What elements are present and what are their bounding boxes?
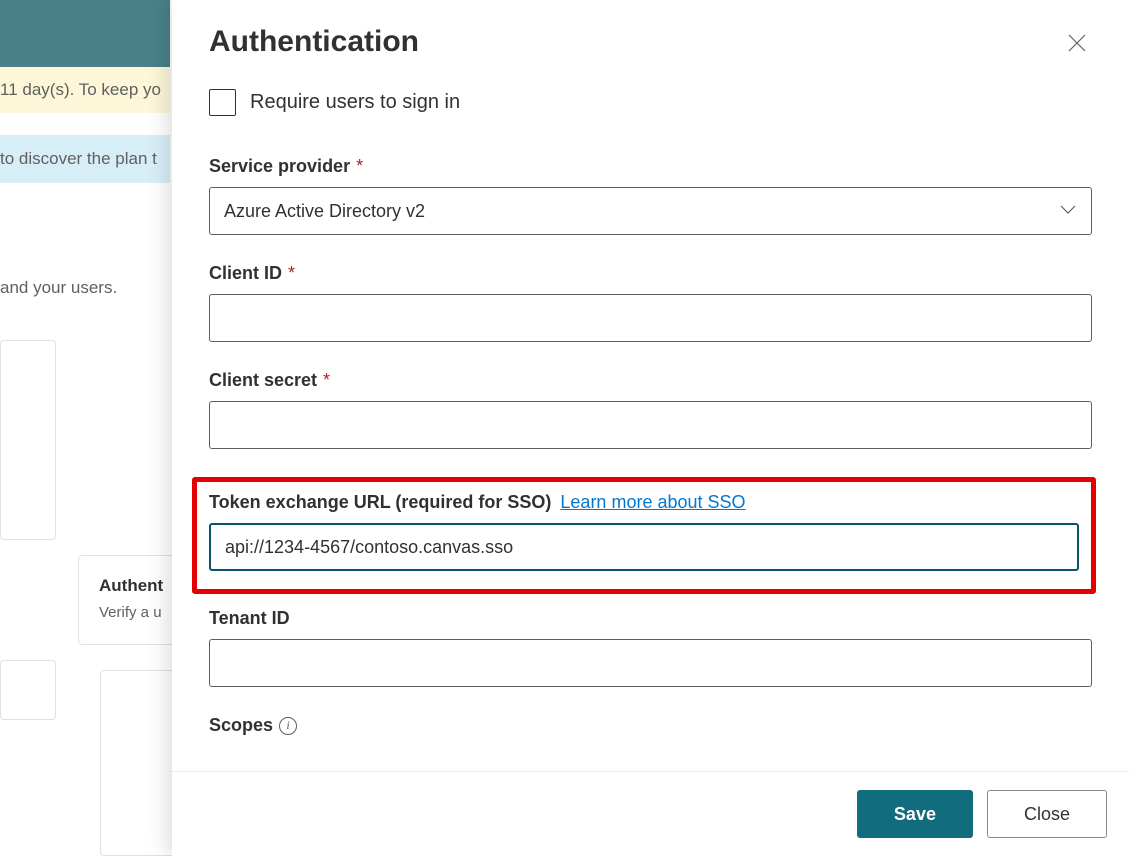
- required-marker: *: [288, 263, 295, 284]
- service-provider-field: Service provider *: [209, 156, 1092, 235]
- client-secret-input[interactable]: [209, 401, 1092, 449]
- authentication-panel: Authentication Require users to sign in …: [172, 0, 1129, 856]
- tenant-id-input[interactable]: [209, 639, 1092, 687]
- service-provider-label: Service provider *: [209, 156, 1092, 177]
- required-marker: *: [356, 156, 363, 177]
- learn-more-sso-link[interactable]: Learn more about SSO: [560, 492, 745, 513]
- require-signin-label: Require users to sign in: [250, 91, 460, 114]
- client-id-label: Client ID *: [209, 263, 1092, 284]
- require-signin-checkbox[interactable]: [209, 89, 236, 116]
- scopes-field: Scopes i: [209, 715, 1092, 736]
- scopes-label: Scopes i: [209, 715, 1092, 736]
- require-signin-row: Require users to sign in: [209, 89, 1092, 116]
- token-exchange-label: Token exchange URL (required for SSO) Le…: [209, 492, 1079, 513]
- client-id-field: Client ID *: [209, 263, 1092, 342]
- close-button[interactable]: [1065, 31, 1089, 55]
- tenant-id-field: Tenant ID: [209, 608, 1092, 687]
- info-icon[interactable]: i: [279, 717, 297, 735]
- tenant-id-label: Tenant ID: [209, 608, 1092, 629]
- required-marker: *: [323, 370, 330, 391]
- panel-title: Authentication: [209, 25, 419, 59]
- bg-card: [0, 340, 56, 540]
- bg-header: [0, 0, 170, 67]
- token-exchange-highlight: Token exchange URL (required for SSO) Le…: [192, 477, 1096, 594]
- close-button-footer[interactable]: Close: [987, 790, 1107, 838]
- bg-body-text: and your users.: [0, 278, 170, 298]
- panel-header: Authentication: [172, 0, 1129, 59]
- panel-footer: Save Close: [172, 771, 1129, 856]
- bg-info-banner: to discover the plan t: [0, 135, 170, 183]
- token-exchange-field: Token exchange URL (required for SSO) Le…: [209, 492, 1079, 571]
- close-icon: [1068, 34, 1086, 52]
- client-id-input[interactable]: [209, 294, 1092, 342]
- bg-card: [0, 660, 56, 720]
- panel-body: Require users to sign in Service provide…: [172, 59, 1129, 771]
- client-secret-label: Client secret *: [209, 370, 1092, 391]
- bg-card: [100, 670, 180, 856]
- client-secret-field: Client secret *: [209, 370, 1092, 449]
- token-exchange-input[interactable]: [209, 523, 1079, 571]
- service-provider-select[interactable]: [209, 187, 1092, 235]
- save-button[interactable]: Save: [857, 790, 973, 838]
- bg-warning-banner: 11 day(s). To keep yo: [0, 67, 170, 113]
- service-provider-select-wrapper: [209, 187, 1092, 235]
